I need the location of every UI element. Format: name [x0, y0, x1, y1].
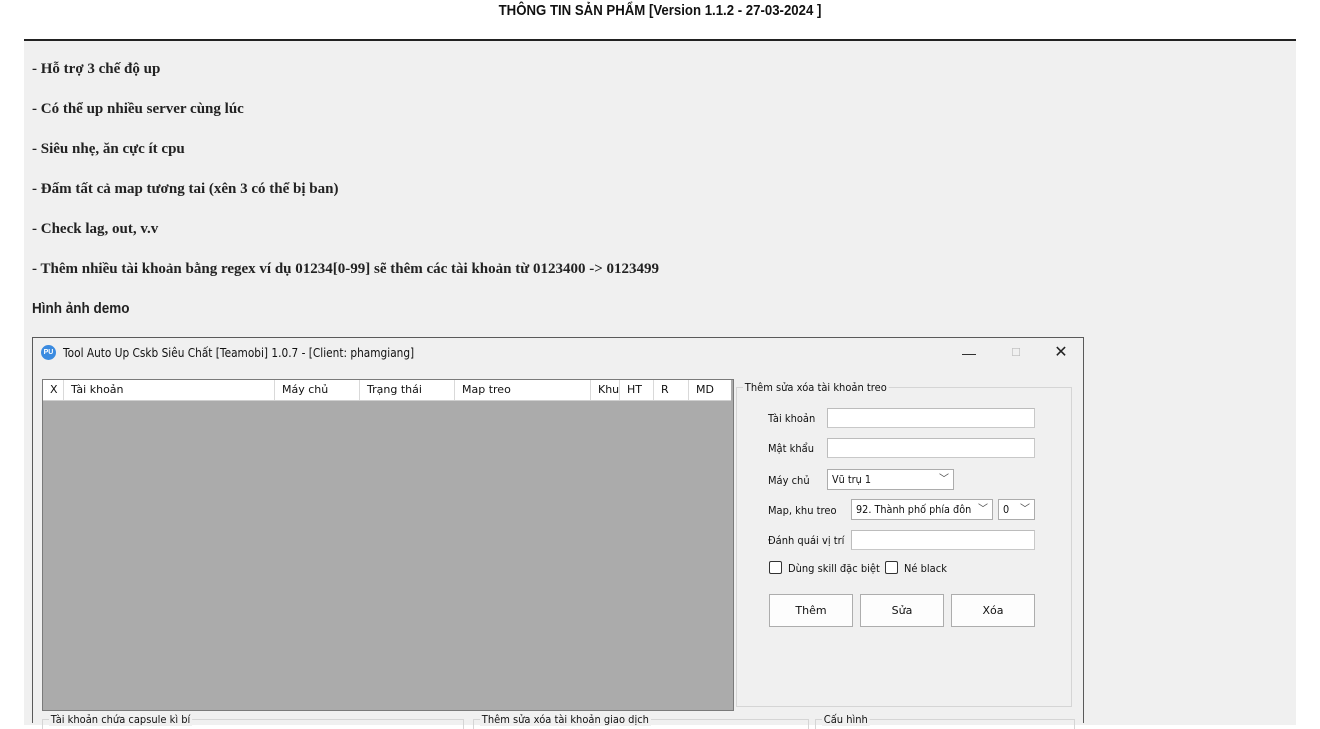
minimize-button[interactable]: — — [947, 338, 991, 368]
server-selected-value: Vũ trụ 1 — [832, 473, 871, 486]
trade-account-group: Thêm sửa xóa tài khoản giao dịch — [473, 713, 809, 729]
column-header-server[interactable]: Máy chủ — [275, 380, 360, 400]
feature-item: - Thêm nhiều tài khoản bằng regex ví dụ … — [32, 261, 660, 277]
zone-select[interactable]: 0 ﹀ — [998, 499, 1035, 520]
app-logo-icon: PU — [41, 345, 56, 360]
special-skill-checkbox[interactable] — [769, 561, 782, 574]
map-select[interactable]: 92. Thành phố phía đôn ﹀ — [851, 499, 993, 520]
chevron-down-icon: ﹀ — [1020, 504, 1030, 515]
column-header-status[interactable]: Trạng thái — [360, 380, 455, 400]
demo-app-window: PU Tool Auto Up Cskb Siêu Chất [Teamobi]… — [32, 337, 1084, 729]
password-input[interactable] — [827, 438, 1035, 458]
position-input[interactable] — [851, 530, 1035, 550]
column-header-account[interactable]: Tài khoản — [64, 380, 275, 400]
feature-item: - Check lag, out, v.v — [32, 221, 159, 237]
close-button[interactable]: ✕ — [1039, 338, 1083, 368]
zone-selected-value: 0 — [1003, 503, 1010, 516]
password-label: Mật khẩu — [768, 442, 814, 455]
column-header-map[interactable]: Map treo — [455, 380, 591, 400]
config-group-legend: Cấu hình — [822, 713, 870, 726]
delete-button[interactable]: Xóa — [951, 594, 1035, 627]
server-select[interactable]: Vũ trụ 1 ﹀ — [827, 469, 954, 490]
maximize-button[interactable]: ☐ — [994, 338, 1038, 368]
account-form-legend: Thêm sửa xóa tài khoản treo — [743, 381, 889, 394]
avoid-black-checkbox[interactable] — [885, 561, 898, 574]
map-selected-value: 92. Thành phố phía đôn — [856, 503, 972, 516]
page-title: THÔNG TIN SẢN PHẨM [Version 1.1.2 - 27-0… — [498, 2, 822, 19]
feature-item: - Có thể up nhiều server cùng lúc — [32, 101, 244, 117]
edit-button[interactable]: Sửa — [860, 594, 944, 627]
window-title: Tool Auto Up Cskb Siêu Chất [Teamobi] 1.… — [63, 346, 415, 360]
account-form-group: Thêm sửa xóa tài khoản treo Tài khoản Mậ… — [736, 381, 1072, 707]
config-group: Cấu hình — [815, 713, 1075, 729]
avoid-black-label: Né black — [904, 562, 947, 575]
demo-heading: Hình ảnh demo — [32, 300, 130, 317]
account-grid[interactable]: X Tài khoản Máy chủ Trạng thái Map treo … — [42, 379, 734, 711]
column-header-r[interactable]: R — [654, 380, 689, 400]
grid-header: X Tài khoản Máy chủ Trạng thái Map treo … — [43, 380, 731, 401]
server-label: Máy chủ — [768, 474, 810, 487]
capsule-group-legend: Tài khoản chứa capsule kì bí — [49, 713, 193, 726]
trade-group-legend: Thêm sửa xóa tài khoản giao dịch — [480, 713, 651, 726]
account-input[interactable] — [827, 408, 1035, 428]
column-header-ht[interactable]: HT — [620, 380, 654, 400]
column-header-x[interactable]: X — [43, 380, 64, 400]
window-titlebar: PU Tool Auto Up Cskb Siêu Chất [Teamobi]… — [33, 338, 1083, 368]
special-skill-label: Dùng skill đặc biệt — [788, 562, 880, 575]
add-button[interactable]: Thêm — [769, 594, 853, 627]
chevron-down-icon: ﹀ — [978, 504, 988, 515]
column-header-zone[interactable]: Khu — [591, 380, 620, 400]
map-label: Map, khu treo — [768, 504, 837, 517]
account-label: Tài khoản — [768, 412, 816, 425]
chevron-down-icon: ﹀ — [939, 474, 949, 485]
feature-item: - Siêu nhẹ, ăn cực ít cpu — [32, 141, 185, 157]
position-label: Đánh quái vị trí — [768, 534, 845, 547]
column-header-md[interactable]: MD — [689, 380, 731, 400]
capsule-account-group: Tài khoản chứa capsule kì bí — [42, 713, 464, 729]
feature-item: - Đấm tất cả map tương tai (xên 3 có thể… — [32, 181, 339, 197]
feature-item: - Hỗ trợ 3 chế độ up — [32, 61, 161, 77]
